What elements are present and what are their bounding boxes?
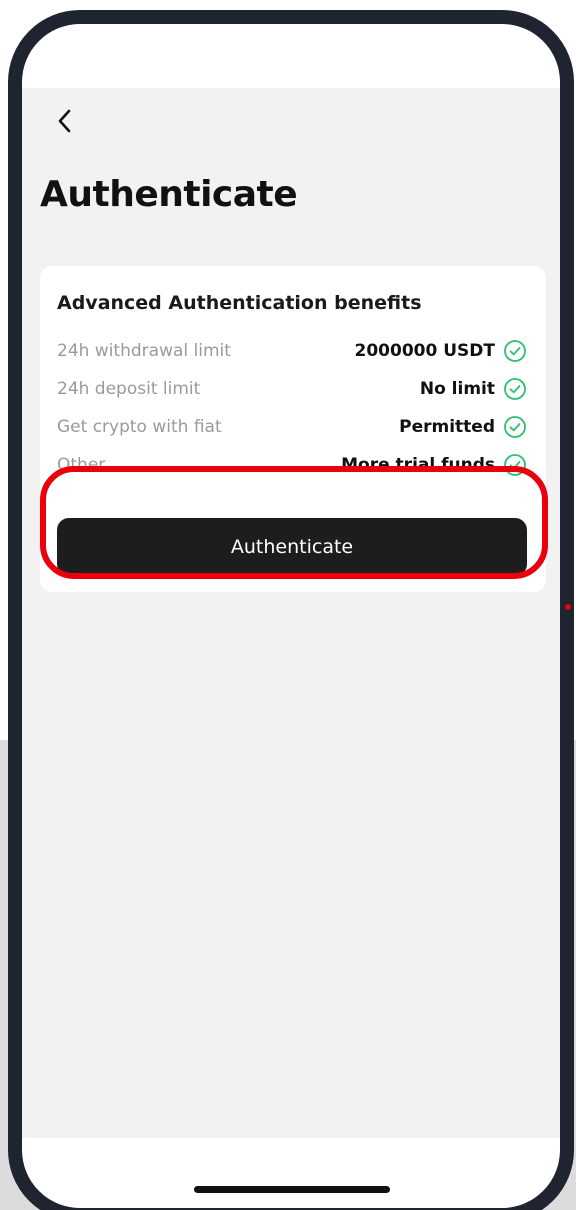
check-circle-icon bbox=[504, 454, 526, 476]
benefit-row-withdrawal: 24h withdrawal limit 2000000 USDT bbox=[57, 336, 527, 366]
benefit-value: More trial funds bbox=[341, 455, 495, 475]
phone-frame: Authenticate Advanced Authentication ben… bbox=[8, 10, 574, 1210]
card-title: Advanced Authentication benefits bbox=[57, 292, 422, 314]
benefit-label: Other bbox=[57, 455, 106, 475]
check-circle-icon bbox=[504, 416, 526, 438]
benefit-row-deposit: 24h deposit limit No limit bbox=[57, 374, 527, 404]
home-indicator[interactable] bbox=[194, 1186, 390, 1193]
benefit-label: 24h deposit limit bbox=[57, 379, 201, 399]
status-bar-area bbox=[22, 24, 560, 88]
annotation-dot bbox=[565, 604, 571, 610]
check-circle-icon bbox=[504, 340, 526, 362]
bottom-safe-area bbox=[22, 1138, 560, 1208]
benefit-row-other: Other More trial funds bbox=[57, 450, 527, 480]
authenticate-button[interactable]: Authenticate bbox=[57, 518, 527, 576]
benefit-value: No limit bbox=[419, 379, 495, 399]
benefit-label: 24h withdrawal limit bbox=[57, 341, 231, 361]
chevron-left-icon bbox=[58, 109, 71, 133]
check-circle-icon bbox=[504, 378, 526, 400]
benefit-label: Get crypto with fiat bbox=[57, 417, 222, 437]
stage: Authenticate Advanced Authentication ben… bbox=[0, 0, 576, 1210]
benefits-card: Advanced Authentication benefits 24h wit… bbox=[40, 266, 546, 592]
back-button[interactable] bbox=[48, 104, 82, 138]
benefit-value: 2000000 USDT bbox=[354, 341, 495, 361]
app-screen: Authenticate Advanced Authentication ben… bbox=[22, 24, 560, 1208]
benefit-value: Permitted bbox=[399, 417, 495, 437]
benefit-row-fiat: Get crypto with fiat Permitted bbox=[57, 412, 527, 442]
page-title: Authenticate bbox=[40, 174, 298, 215]
